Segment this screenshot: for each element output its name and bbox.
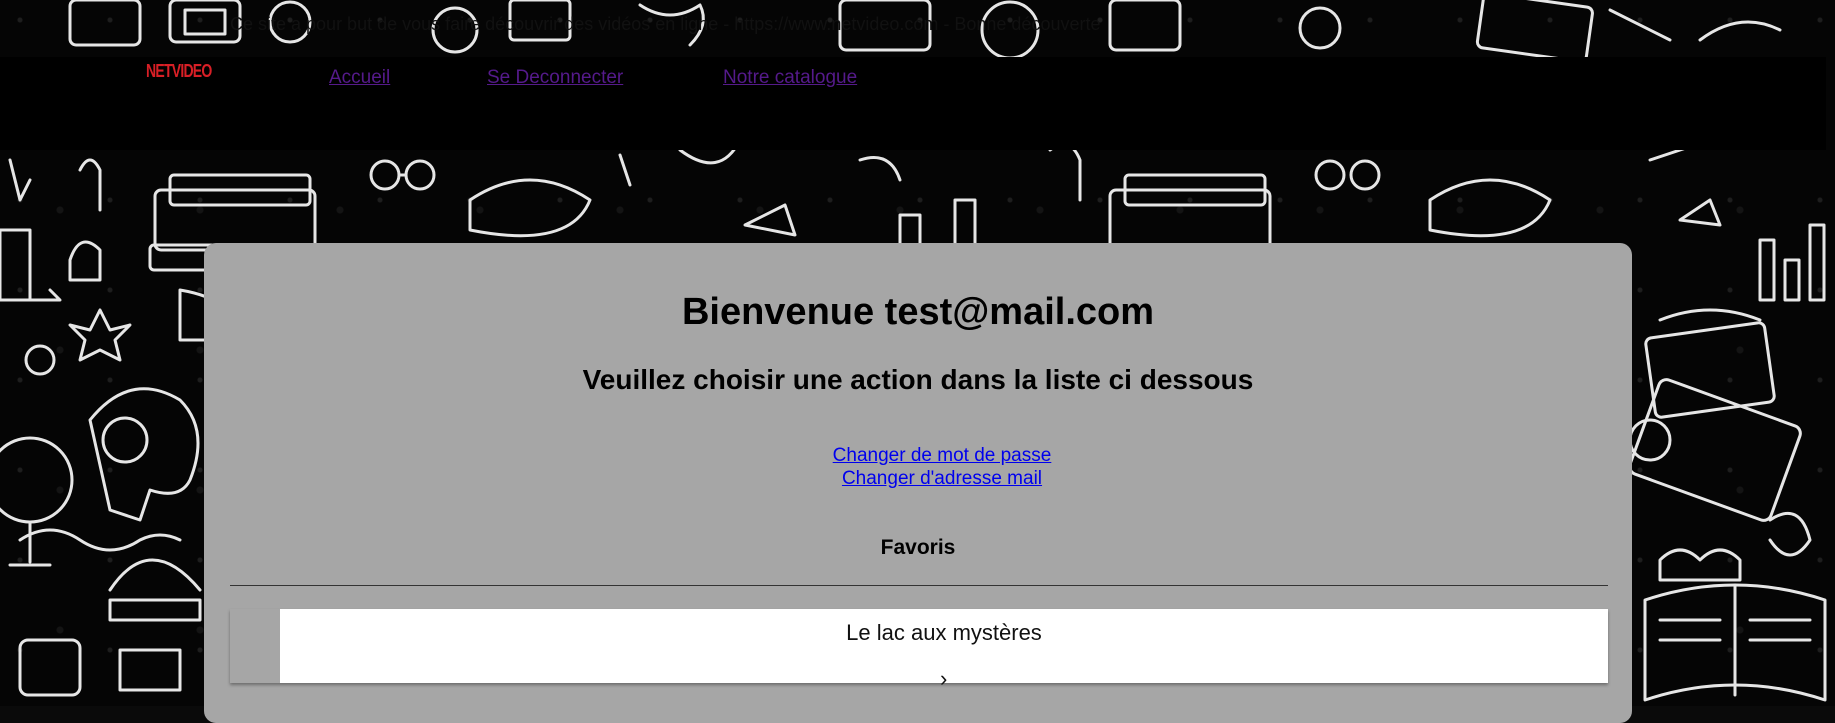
favorites-heading: Favoris	[880, 536, 956, 559]
welcome-heading: Bienvenue test@mail.com	[681, 291, 1155, 333]
favorite-title: Le lac aux mystères	[846, 620, 1042, 645]
top-strip-label: Ce site a pour but de vous faire découvr…	[230, 14, 1101, 34]
instruction-heading: Veuillez choisir une action dans la list…	[582, 364, 1254, 395]
change-email-link[interactable]: Changer d'adresse mail	[842, 468, 1042, 489]
nav-link-accueil[interactable]: Accueil	[329, 67, 390, 89]
navbar: NETVIDEO Accueil Se Deconnecter Notre ca…	[0, 57, 1826, 150]
account-actions: Changer de mot de passe Changer d'adress…	[204, 444, 1680, 490]
netvideo-logo[interactable]: NETVIDEO	[146, 61, 212, 82]
chevron-right-icon[interactable]: ›	[940, 666, 947, 692]
favorite-thumbnail	[230, 609, 280, 683]
top-strip-text: Ce site a pour but de vous faire découvr…	[230, 14, 1630, 35]
nav-link-se-deconnecter[interactable]: Se Deconnecter	[487, 67, 623, 89]
nav-link-notre-catalogue[interactable]: Notre catalogue	[723, 67, 857, 89]
favorites-divider	[230, 585, 1608, 586]
favorite-item[interactable]: Le lac aux mystères ›	[230, 609, 1608, 691]
account-panel: Bienvenue test@mail.com Veuillez choisir…	[204, 243, 1632, 723]
change-password-link[interactable]: Changer de mot de passe	[833, 445, 1052, 466]
